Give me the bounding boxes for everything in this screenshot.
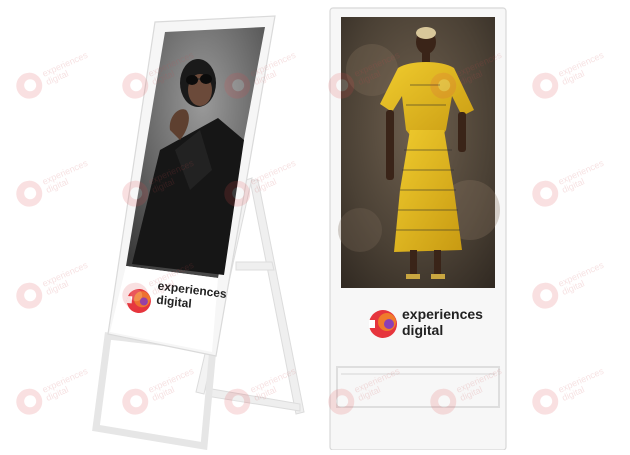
logo-spacer: [366, 307, 396, 337]
product-photo: experiences digital experiences digital …: [0, 0, 630, 451]
brand-line2: digital: [402, 322, 444, 338]
brand-logo-right: experiences digital: [366, 307, 483, 337]
brand-name: experiences digital: [402, 307, 483, 337]
brand-line1: experiences: [402, 306, 483, 322]
scene-svg: [92, 7, 507, 451]
